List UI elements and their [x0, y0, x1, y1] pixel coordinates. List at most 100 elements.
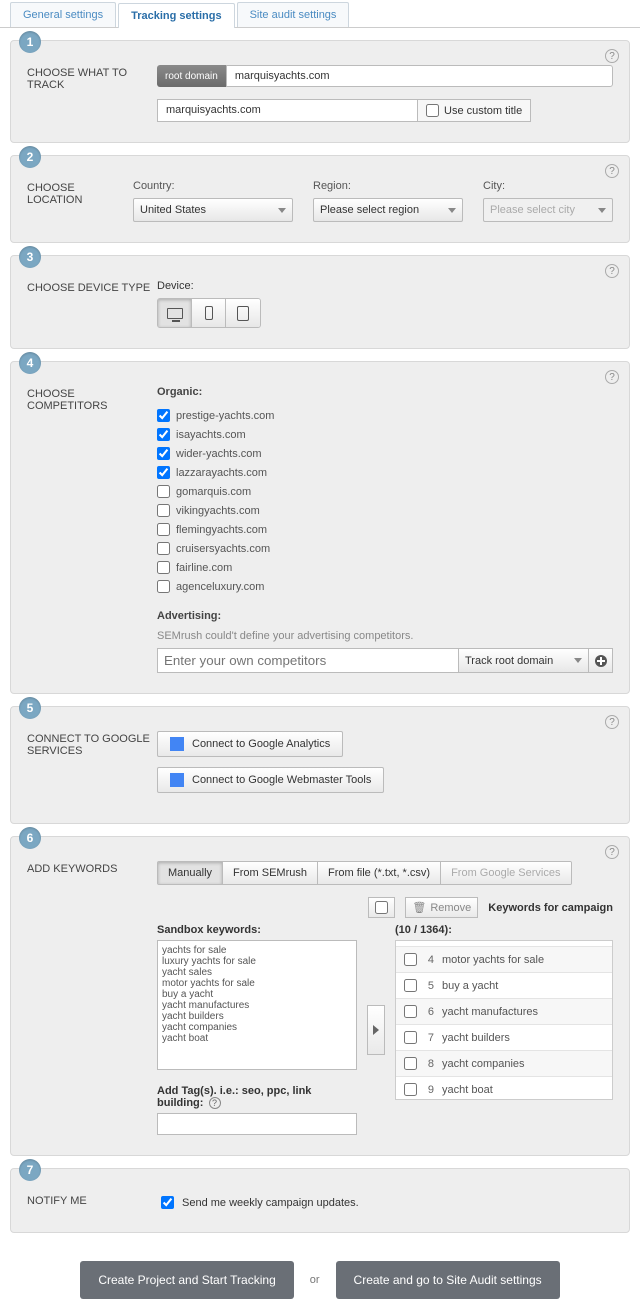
- competitor-row[interactable]: wider-yachts.com: [157, 444, 613, 463]
- city-select[interactable]: Please select city: [483, 198, 613, 222]
- use-custom-title[interactable]: Use custom title: [417, 99, 531, 122]
- tab-audit[interactable]: Site audit settings: [237, 2, 350, 27]
- competitor-row[interactable]: isayachts.com: [157, 425, 613, 444]
- tags-input[interactable]: [157, 1113, 357, 1135]
- competitor-checkbox[interactable]: [157, 580, 170, 593]
- competitor-row[interactable]: lazzarayachts.com: [157, 463, 613, 482]
- competitor-row[interactable]: cruisersyachts.com: [157, 539, 613, 558]
- domain-input[interactable]: marquisyachts.com: [226, 65, 613, 87]
- kw-row-checkbox[interactable]: [404, 1005, 417, 1018]
- competitor-track-select[interactable]: Track root domain: [459, 648, 589, 673]
- chevron-down-icon: [574, 658, 582, 663]
- competitor-row[interactable]: agenceluxury.com: [157, 577, 613, 596]
- connect-ga-button[interactable]: Connect to Google Analytics: [157, 731, 343, 757]
- notify-checkbox[interactable]: [161, 1196, 174, 1209]
- competitor-row[interactable]: fairline.com: [157, 558, 613, 577]
- kw-row-checkbox[interactable]: [404, 979, 417, 992]
- kw-row-text: yacht manufactures: [442, 1006, 608, 1018]
- competitor-name: lazzarayachts.com: [176, 467, 267, 479]
- tab-general[interactable]: General settings: [10, 2, 116, 27]
- select-all-kw-button[interactable]: [368, 897, 395, 918]
- remove-kw-button[interactable]: 🗑 Remove: [405, 897, 478, 918]
- kw-tab-file[interactable]: From file (*.txt, *.csv): [318, 862, 441, 884]
- competitor-checkbox[interactable]: [157, 428, 170, 441]
- add-competitor-button[interactable]: [589, 648, 613, 673]
- competitor-row[interactable]: gomarquis.com: [157, 482, 613, 501]
- region-select[interactable]: Please select region: [313, 198, 463, 222]
- competitor-checkbox[interactable]: [157, 485, 170, 498]
- step-5-badge: 5: [19, 697, 41, 719]
- kw-tab-semrush[interactable]: From SEMrush: [223, 862, 318, 884]
- kw-row-num: 4: [418, 954, 442, 966]
- chevron-down-icon: [598, 208, 606, 213]
- competitor-checkbox[interactable]: [157, 504, 170, 517]
- kw-row-checkbox[interactable]: [404, 1083, 417, 1096]
- organic-label: Organic:: [157, 386, 613, 398]
- connect-gwt-button[interactable]: Connect to Google Webmaster Tools: [157, 767, 384, 793]
- help-icon[interactable]: ?: [209, 1097, 221, 1109]
- section-google: 5 ? CONNECT TO GOOGLE SERVICES Connect t…: [10, 706, 630, 824]
- kw-row-num: 7: [418, 1032, 442, 1044]
- step-2-badge: 2: [19, 146, 41, 168]
- kw-row[interactable]: 6yacht manufactures: [396, 999, 612, 1025]
- sandbox-textarea[interactable]: [157, 940, 357, 1070]
- select-all-kw-checkbox[interactable]: [375, 901, 388, 914]
- competitor-checkbox[interactable]: [157, 409, 170, 422]
- kw-tab-manual[interactable]: Manually: [158, 862, 223, 884]
- kw-campaign-label: Keywords for campaign: [488, 902, 613, 914]
- kw-row[interactable]: 9yacht boat: [396, 1077, 612, 1100]
- create-audit-button[interactable]: Create and go to Site Audit settings: [336, 1261, 560, 1299]
- notify-text: Send me weekly campaign updates.: [182, 1197, 359, 1209]
- device-group: [157, 298, 261, 328]
- competitor-checkbox[interactable]: [157, 523, 170, 536]
- help-icon[interactable]: ?: [605, 845, 619, 859]
- help-icon[interactable]: ?: [605, 370, 619, 384]
- section-title: NOTIFY ME: [27, 1193, 157, 1212]
- device-mobile[interactable]: [192, 299, 226, 327]
- notify-label[interactable]: Send me weekly campaign updates.: [157, 1193, 613, 1212]
- help-icon[interactable]: ?: [605, 715, 619, 729]
- domain-type-badge[interactable]: root domain: [157, 65, 226, 87]
- sandbox-label: Sandbox keywords:: [157, 924, 357, 936]
- use-custom-title-checkbox[interactable]: [426, 104, 439, 117]
- create-project-button[interactable]: Create Project and Start Tracking: [80, 1261, 293, 1299]
- kw-row[interactable]: 8yacht companies: [396, 1051, 612, 1077]
- trash-icon: 🗑: [412, 901, 426, 914]
- kw-row-checkbox[interactable]: [404, 953, 417, 966]
- tab-tracking[interactable]: Tracking settings: [118, 3, 234, 28]
- competitor-checkbox[interactable]: [157, 561, 170, 574]
- competitor-input[interactable]: [157, 648, 459, 673]
- tabs: General settings Tracking settings Site …: [0, 0, 640, 28]
- google-icon: [170, 773, 184, 787]
- section-keywords: 6 ? ADD KEYWORDS Manually From SEMrush F…: [10, 836, 630, 1156]
- help-icon[interactable]: ?: [605, 49, 619, 63]
- competitor-row[interactable]: prestige-yachts.com: [157, 406, 613, 425]
- kw-table[interactable]: 4motor yachts for sale5buy a yacht6yacht…: [395, 940, 613, 1100]
- help-icon[interactable]: ?: [605, 164, 619, 178]
- kw-counts: (10 / 1364):: [395, 924, 613, 936]
- device-tablet[interactable]: [226, 299, 260, 327]
- kw-row-num: 9: [418, 1084, 442, 1096]
- kw-source-tabs: Manually From SEMrush From file (*.txt, …: [157, 861, 572, 885]
- competitor-row[interactable]: flemingyachts.com: [157, 520, 613, 539]
- competitor-checkbox[interactable]: [157, 542, 170, 555]
- kw-row-checkbox[interactable]: [404, 1031, 417, 1044]
- competitor-name: flemingyachts.com: [176, 524, 267, 536]
- section-title: CHOOSE COMPETITORS: [27, 386, 157, 673]
- device-desktop[interactable]: [158, 299, 192, 327]
- kw-row[interactable]: 4motor yachts for sale: [396, 947, 612, 973]
- competitor-name: cruisersyachts.com: [176, 543, 270, 555]
- competitor-row[interactable]: vikingyachts.com: [157, 501, 613, 520]
- kw-row[interactable]: 5buy a yacht: [396, 973, 612, 999]
- competitor-checkbox[interactable]: [157, 447, 170, 460]
- competitor-checkbox[interactable]: [157, 466, 170, 479]
- project-title-input[interactable]: marquisyachts.com: [157, 99, 417, 122]
- kw-row[interactable]: 7yacht builders: [396, 1025, 612, 1051]
- section-device: 3 ? CHOOSE DEVICE TYPE Device:: [10, 255, 630, 349]
- kw-row-checkbox[interactable]: [404, 1057, 417, 1070]
- region-value: Please select region: [320, 204, 419, 216]
- country-select[interactable]: United States: [133, 198, 293, 222]
- add-keywords-button[interactable]: [367, 1005, 385, 1055]
- help-icon[interactable]: ?: [605, 264, 619, 278]
- competitor-name: gomarquis.com: [176, 486, 251, 498]
